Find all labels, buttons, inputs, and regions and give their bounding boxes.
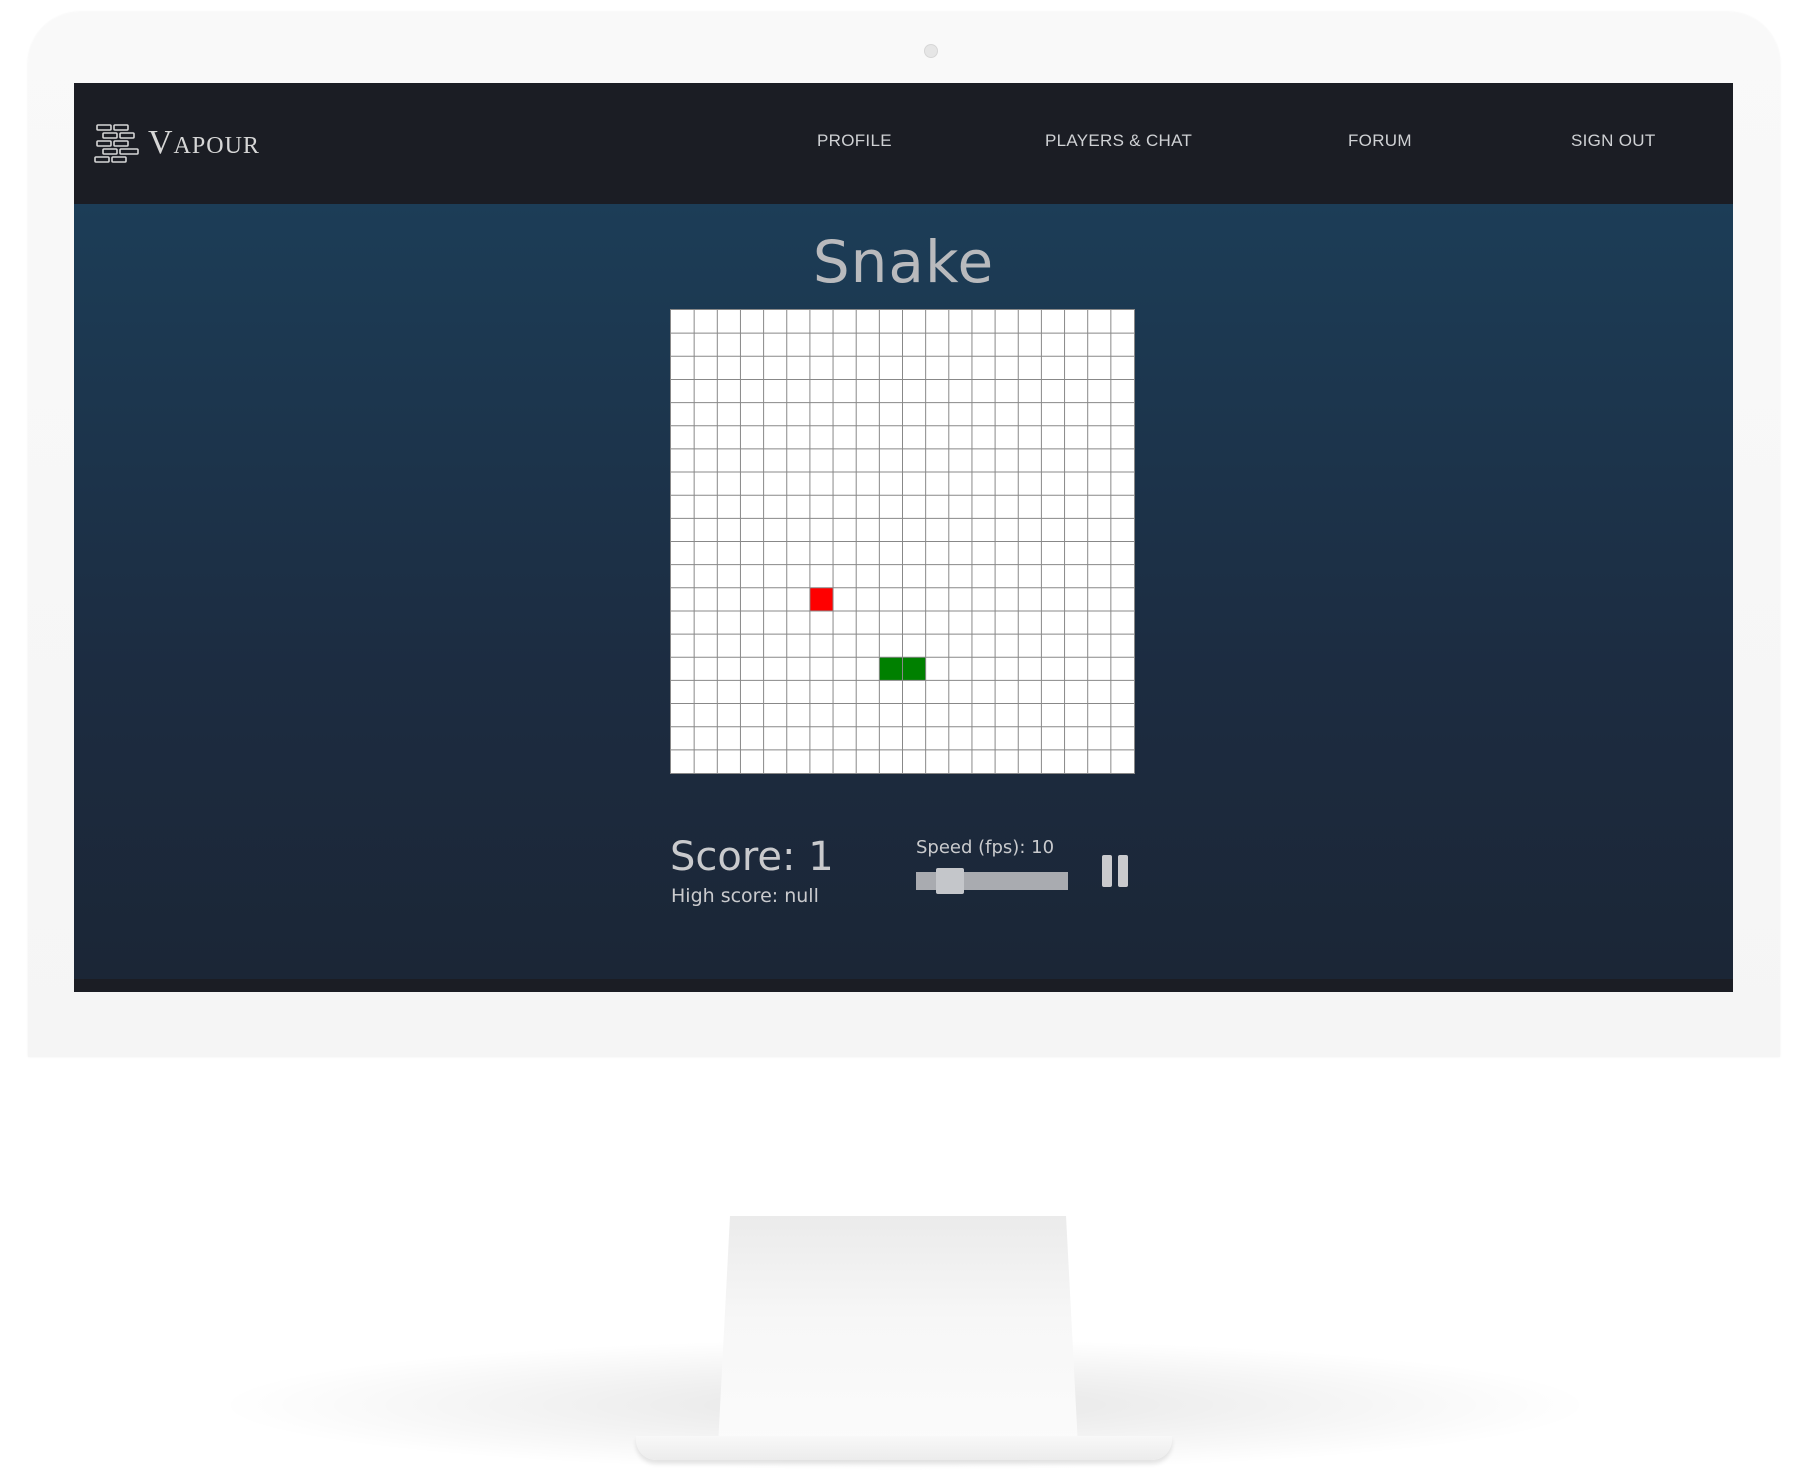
pause-button[interactable] (1102, 855, 1130, 887)
food-cell (809, 587, 834, 611)
nav-players-chat[interactable]: PLAYERS & CHAT (1045, 131, 1192, 151)
speed-slider-thumb[interactable] (936, 868, 965, 894)
snake-segment (879, 657, 903, 681)
speed-slider[interactable] (916, 868, 1068, 894)
game-board-canvas (671, 310, 1134, 773)
nav-sign-out[interactable]: SIGN OUT (1571, 131, 1656, 151)
monitor-camera (924, 44, 938, 58)
speed-label: Speed (fps): 10 (916, 837, 1055, 858)
brand-name: Vapour (148, 124, 260, 161)
monitor-stand (718, 1216, 1078, 1446)
monitor-stand-base (636, 1436, 1172, 1460)
high-score-display: High score: null (671, 885, 819, 907)
brand-logo[interactable]: Vapour (94, 121, 260, 165)
game-title: Snake (812, 228, 995, 296)
score-display: Score: 1 (670, 834, 834, 880)
screen: Vapour PROFILE PLAYERS & CHAT FORUM SIGN… (74, 83, 1733, 992)
game-page: Snake Score: 1 High score: null Speed (f… (74, 204, 1733, 979)
navbar: Vapour PROFILE PLAYERS & CHAT FORUM SIGN… (74, 83, 1733, 204)
nav-forum[interactable]: FORUM (1348, 131, 1412, 151)
snake-segment (902, 657, 926, 681)
footer-strip (74, 979, 1733, 992)
game-board[interactable] (670, 309, 1135, 774)
brick-stack-icon (94, 124, 139, 163)
nav-profile[interactable]: PROFILE (817, 131, 892, 151)
